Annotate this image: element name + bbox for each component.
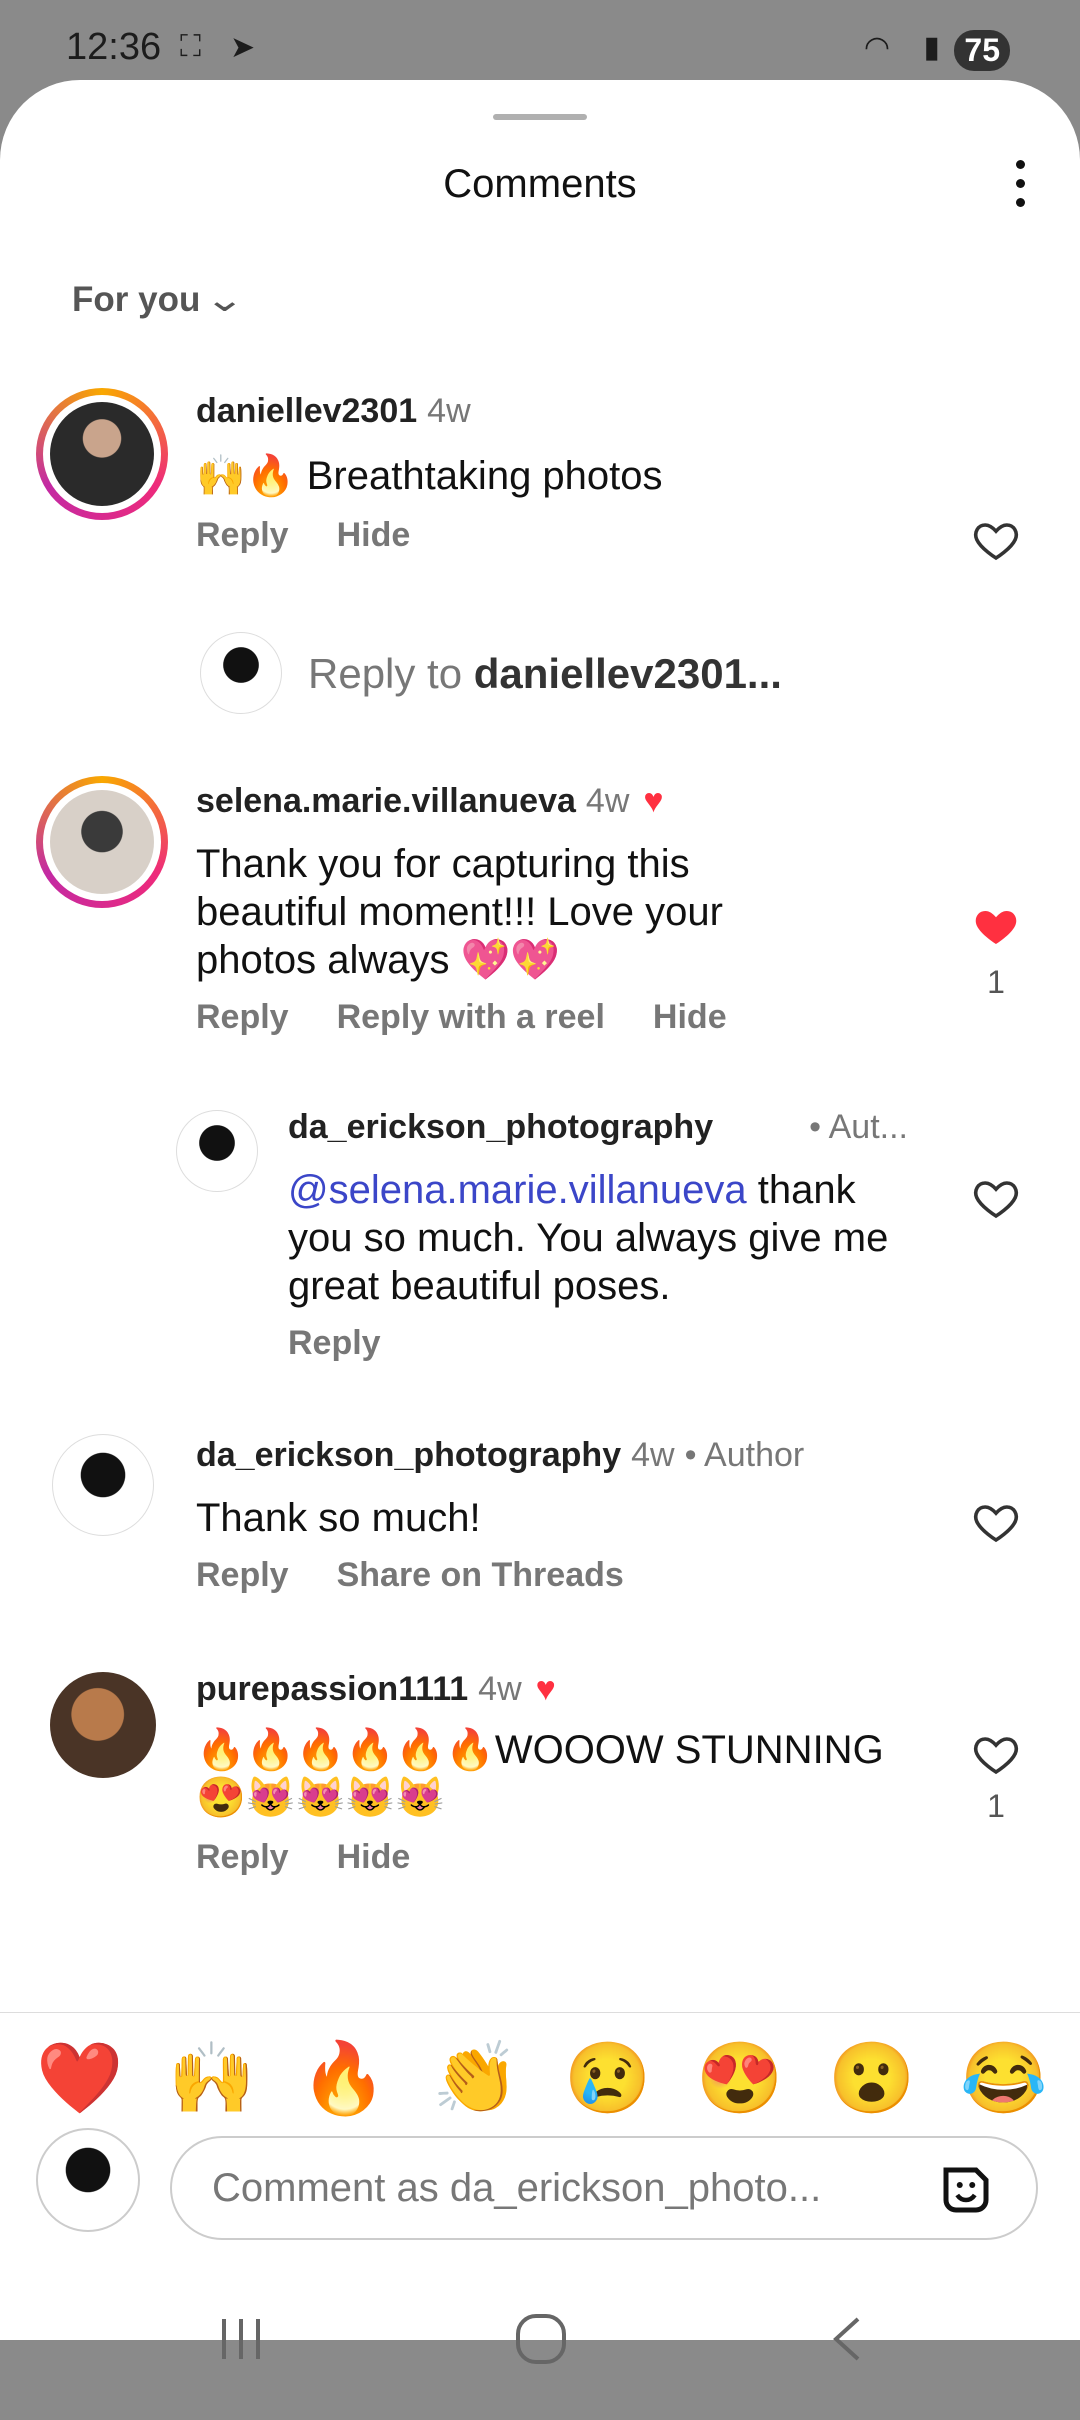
reply-button[interactable]: Reply [196,1838,289,1876]
comment-actions: Reply Hide [196,516,458,555]
like-heart-icon[interactable] [972,1498,1020,1546]
avatar [50,790,154,894]
comment-input[interactable]: Comment as da_erickson_photo... [170,2136,1038,2240]
mention-link[interactable]: @selena.marie.villanueva [288,1168,747,1212]
author-liked-icon: ♥ [643,782,664,820]
like-count: 1 [987,1788,1005,1824]
author-label: • Author [684,1436,805,1474]
comment-time: 4w [427,392,471,430]
drag-handle[interactable] [493,114,587,120]
status-bar: 12:36 ⛶ ➤ ◠ ▮ 75 [0,0,1080,80]
chevron-down-icon: ⌄ [204,280,246,319]
emoji-heart[interactable]: ❤️ [36,2038,123,2118]
comments-sheet: Comments For you ⌄ daniellev2301 4w 🙌🔥 Bre… [0,80,1080,2364]
share-on-threads-button[interactable]: Share on Threads [337,1556,624,1594]
hide-button[interactable]: Hide [337,516,411,554]
avatar [50,402,154,506]
sheet-title: Comments [443,162,637,206]
emoji-surprised[interactable]: 😮 [828,2038,915,2118]
liked-heart-icon[interactable] [972,902,1020,950]
like-heart-icon[interactable] [972,1730,1020,1778]
emoji-heart-eyes[interactable]: 😍 [696,2038,783,2118]
comment-actions: Reply Hide [196,1838,458,1877]
comment-text: 🙌🔥 Breathtaking photos [196,454,663,498]
comment-username[interactable]: daniellev2301 4w [196,392,471,431]
comment-placeholder: Comment as da_erickson_photo... [212,2166,822,2210]
comment-username[interactable]: purepassion1111 4w ♥ [196,1670,556,1709]
author-label: • Aut... [809,1108,908,1146]
battery-indicator: 75 [954,30,1010,71]
sticker-icon[interactable] [936,2160,996,2220]
comment-time: 4w [631,1436,675,1474]
comment-time: 4w [585,782,630,820]
hide-button[interactable]: Hide [337,1838,411,1876]
reply-button[interactable]: Reply [288,1324,381,1362]
system-nav-bar [0,2270,1080,2420]
comment-time: 4w [478,1670,522,1708]
own-avatar [36,2128,140,2232]
like-heart-icon[interactable] [972,516,1020,564]
own-avatar [200,632,282,714]
comment-text: Thank so much! [196,1496,481,1540]
comment-text: 🔥🔥🔥🔥🔥🔥WOOOW STUNNING 😍😻😻😻😻 [196,1728,884,1820]
like-count: 1 [987,964,1005,1000]
like-heart-icon[interactable] [972,1174,1020,1222]
reply-button[interactable]: Reply [196,516,289,554]
wifi-icon: ◠ [863,31,890,64]
sort-filter[interactable]: For you ⌄ [72,280,246,320]
avatar[interactable] [176,1110,258,1192]
comment-actions: Reply [288,1324,429,1363]
home-icon[interactable] [514,2312,568,2366]
comment-actions: Reply Reply with a reel Hide [196,998,775,1037]
screenshot-icon: ⛶ [180,30,201,63]
avatar[interactable] [52,1434,154,1536]
reply-button[interactable]: Reply [196,998,289,1036]
reply-with-reel-button[interactable]: Reply with a reel [337,998,605,1036]
status-time: 12:36 [66,26,162,68]
comment-username[interactable]: da_erickson_photography 4w • Author [196,1436,804,1475]
emoji-crying[interactable]: 😢 [564,2038,651,2118]
comment-actions: Reply Share on Threads [196,1556,672,1595]
back-icon[interactable] [826,2314,866,2364]
more-options-icon[interactable] [1016,160,1026,210]
hide-button[interactable]: Hide [653,998,727,1036]
comment-text: @selena.marie.villanueva thank you so mu… [288,1168,889,1308]
emoji-raised-hands[interactable]: 🙌 [168,2038,255,2118]
reply-to-prompt[interactable]: Reply to daniellev2301... [308,650,782,698]
signal-icon: ▮ [923,31,940,64]
recent-apps-icon[interactable] [216,2314,266,2364]
comment-text: Thank you for capturing this beautiful m… [196,842,723,982]
avatar-story-ring[interactable] [36,776,168,908]
avatar[interactable] [50,1672,156,1778]
reply-button[interactable]: Reply [196,1556,289,1594]
author-liked-icon: ♥ [535,1670,556,1708]
emoji-bar-divider [0,2012,1080,2013]
emoji-fire[interactable]: 🔥 [300,2038,387,2118]
comment-username[interactable]: da_erickson_photography • Aut... [288,1108,908,1147]
filter-label: For you [72,280,201,319]
comment-username[interactable]: selena.marie.villanueva 4w ♥ [196,782,664,821]
avatar-story-ring[interactable] [36,388,168,520]
emoji-laughing[interactable]: 😂 [960,2038,1047,2118]
telegram-icon: ➤ [230,31,256,64]
emoji-clap[interactable]: 👏 [432,2038,519,2118]
